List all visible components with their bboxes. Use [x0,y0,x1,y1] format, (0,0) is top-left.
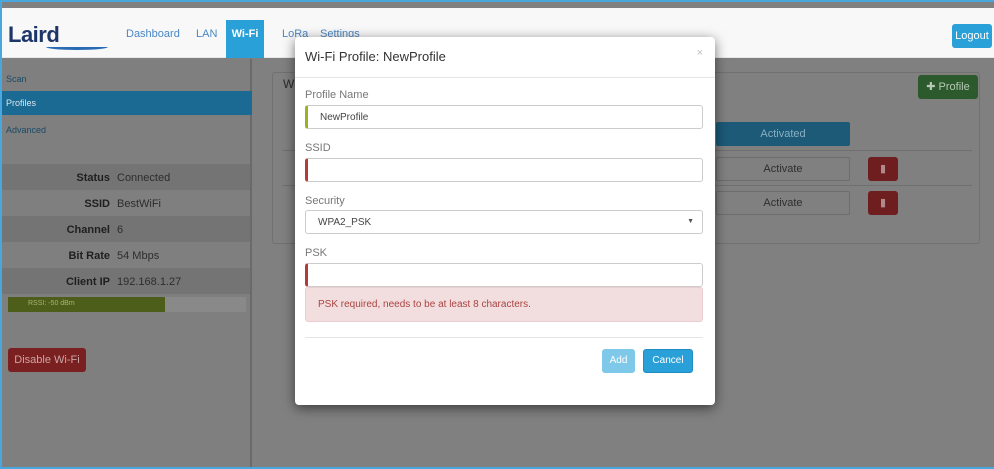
info-row-client-ip: Client IP 192.168.1.27 [2,268,250,294]
close-icon[interactable]: × [697,47,703,59]
add-profile-button[interactable]: ✚ Profile [918,75,978,99]
info-value: Connected [117,172,171,184]
security-selected-value: WPA2_PSK [318,217,372,228]
rssi-bar: RSSI: -50 dBm [8,297,246,312]
sidebar-item-label: Profiles [6,98,37,108]
psk-input[interactable] [305,263,703,287]
sidebar-item-profiles[interactable]: Profiles [2,91,252,115]
info-value: 192.168.1.27 [117,276,182,288]
info-value: 54 Mbps [117,250,160,262]
plus-icon: ✚ [926,81,936,93]
nav-dashboard[interactable]: Dashboard [126,28,180,40]
info-value: 6 [117,224,124,236]
activate-button[interactable]: Activate [716,157,850,181]
app-frame: Laird Dashboard LAN Wi-Fi LoRa Settings … [0,0,994,469]
profile-name-input[interactable]: NewProfile [305,105,703,129]
rssi-label: RSSI: -50 dBm [28,300,75,307]
chevron-down-icon: ▼ [687,218,694,225]
security-label: Security [305,195,345,207]
panel-title: W [283,77,295,91]
psk-label: PSK [305,247,328,259]
nav-lan[interactable]: LAN [196,28,217,40]
security-select[interactable]: WPA2_PSK ▼ [305,210,703,234]
sidebar-item-advanced[interactable]: Advanced [6,125,46,135]
logo-swoosh-icon [46,44,108,50]
info-key: SSID [84,198,110,210]
trash-icon: ▮ [879,163,887,175]
activated-button[interactable]: Activated [716,122,850,146]
trash-icon: ▮ [879,197,887,209]
sidebar-item-scan[interactable]: Scan [6,74,27,84]
info-key: Channel [66,224,110,236]
delete-profile-button[interactable]: ▮ [868,157,898,181]
delete-profile-button[interactable]: ▮ [868,191,898,215]
sidebar: Scan Profiles Advanced Status Connected … [2,59,252,467]
info-row-channel: Channel 6 [2,216,250,242]
logout-button[interactable]: Logout [952,24,992,48]
nav-wifi[interactable]: Wi-Fi [226,20,264,58]
modal-title: Wi-Fi Profile: NewProfile [305,49,446,64]
modal-header-divider [295,77,715,78]
activate-button[interactable]: Activate [716,191,850,215]
disable-wifi-button[interactable]: Disable Wi-Fi [8,348,86,372]
info-row-bitrate: Bit Rate 54 Mbps [2,242,250,268]
add-button[interactable]: Add [602,349,635,373]
add-profile-label: Profile [938,81,970,93]
ssid-input[interactable] [305,158,703,182]
psk-error-alert: PSK required, needs to be at least 8 cha… [305,287,703,322]
ssid-label: SSID [305,142,331,154]
cancel-button[interactable]: Cancel [643,349,693,373]
info-key: Status [76,172,110,184]
info-key: Bit Rate [68,250,110,262]
info-key: Client IP [65,276,110,288]
info-row-ssid: SSID BestWiFi [2,190,250,216]
info-row-status: Status Connected [2,164,250,190]
modal-footer-divider [305,337,703,338]
profile-name-label: Profile Name [305,89,369,101]
wifi-profile-modal: Wi-Fi Profile: NewProfile × Profile Name… [295,37,715,405]
info-value: BestWiFi [117,198,161,210]
